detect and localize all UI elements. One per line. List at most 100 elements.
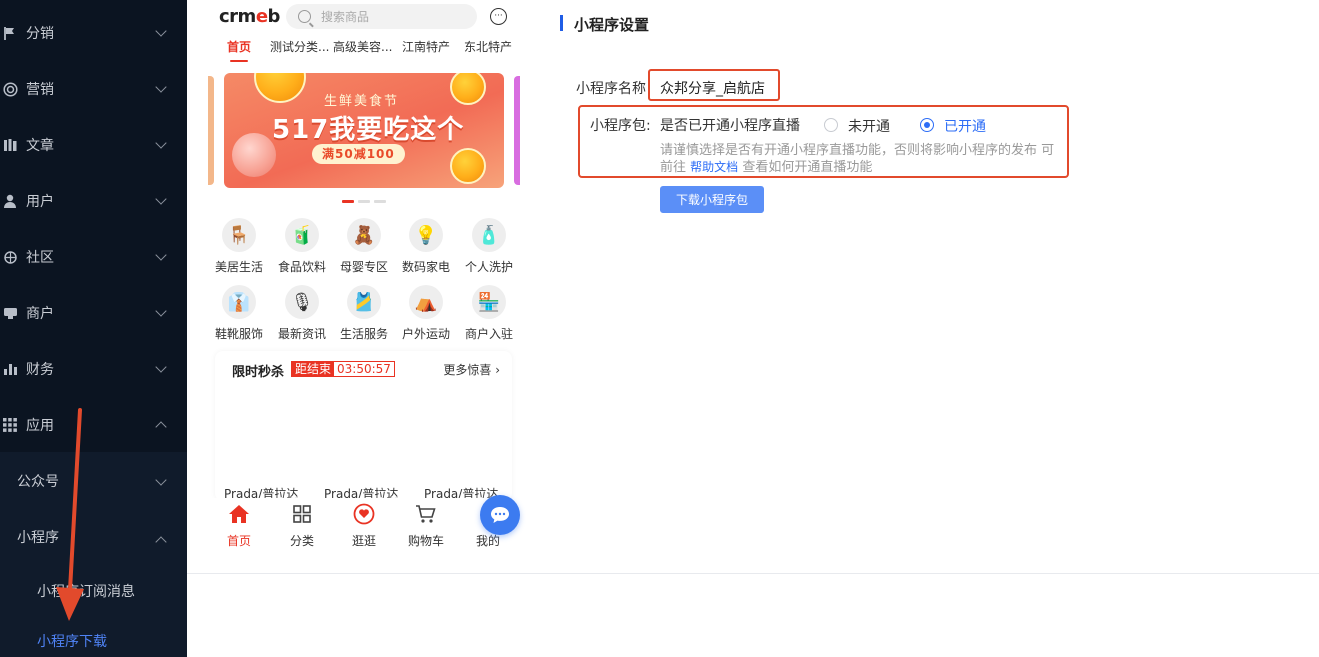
phone-search-input[interactable]: 搜索商品 xyxy=(286,4,477,29)
tab-test-category[interactable]: 测试分类... xyxy=(270,38,329,55)
grid-label: 数码家电 xyxy=(401,260,450,274)
radio-enabled[interactable] xyxy=(920,118,934,132)
chevron-down-icon xyxy=(155,81,167,93)
heart-chat-icon xyxy=(339,502,389,526)
peach-image xyxy=(232,133,276,177)
grid-label: 商户入驻 xyxy=(464,327,513,341)
radio-not-enabled-label[interactable]: 未开通 xyxy=(848,116,890,136)
apps-grid-icon xyxy=(2,417,18,433)
hint-tail: 查看如何开通直播功能 xyxy=(742,160,873,175)
lamp-icon: 💡 xyxy=(409,218,443,252)
grid-item[interactable]: 🧸 母婴专区 xyxy=(336,218,392,275)
phone-preview: crmeb 搜索商品 ··· 首页 测试分类... 高级美容... 江南特产 东… xyxy=(197,0,527,560)
sidebar-item-distribution[interactable]: 分销 xyxy=(0,5,187,61)
promo-banner[interactable]: 生鲜美食节 517我要吃这个 满50减100 xyxy=(224,73,504,188)
grid-item[interactable]: 🧴 个人洗护 xyxy=(461,218,517,275)
tab-jiangnan[interactable]: 江南特产 xyxy=(402,38,450,55)
download-package-button[interactable]: 下载小程序包 xyxy=(660,186,764,213)
orange-image xyxy=(254,73,306,103)
tabbar-category[interactable]: 分类 xyxy=(277,502,327,549)
search-icon xyxy=(298,10,311,23)
sidebar-item-label: 文章 xyxy=(26,138,54,154)
chevron-up-icon xyxy=(155,536,167,548)
tab-beauty[interactable]: 高级美容... xyxy=(333,38,392,55)
tabbar-cart[interactable]: 购物车 xyxy=(401,502,451,549)
grid-label: 个人洗护 xyxy=(464,260,513,274)
chair-icon: 🪑 xyxy=(222,218,256,252)
chat-icon xyxy=(491,507,509,523)
sidebar-item-label: 分销 xyxy=(26,26,54,42)
tab-dongbei[interactable]: 东北特产 xyxy=(464,38,512,55)
active-tab-indicator xyxy=(230,60,248,62)
radio-enabled-label[interactable]: 已开通 xyxy=(944,116,986,136)
sidebar-item-users[interactable]: 用户 xyxy=(0,173,187,229)
grid-item[interactable]: ⛺ 户外运动 xyxy=(398,285,454,342)
carousel-dots xyxy=(342,200,386,203)
sidebar-item-articles[interactable]: 文章 xyxy=(0,117,187,173)
grid-item[interactable]: 🎙 最新资讯 xyxy=(274,285,330,342)
banner-next-peek xyxy=(514,76,520,185)
grid-label: 最新资讯 xyxy=(277,327,326,341)
banner-headline: 517我要吃这个 xyxy=(272,115,465,145)
tabbar-label: 我的 xyxy=(475,534,500,548)
countdown-label: 距结束 xyxy=(292,362,335,376)
storefront-icon: 🏪 xyxy=(472,285,506,319)
banner-prev-peek xyxy=(208,76,214,185)
chevron-down-icon xyxy=(155,305,167,317)
grid-item[interactable]: 🪑 美居生活 xyxy=(211,218,267,275)
tabbar-label: 首页 xyxy=(226,534,251,548)
grid-item[interactable]: 💡 数码家电 xyxy=(398,218,454,275)
home-icon xyxy=(214,502,264,526)
grid-item[interactable]: 👔 鞋靴服饰 xyxy=(211,285,267,342)
store-icon xyxy=(2,305,18,321)
grid-item[interactable]: 🎽 生活服务 xyxy=(336,285,392,342)
grid-label: 户外运动 xyxy=(401,327,450,341)
teddy-bear-icon: 🧸 xyxy=(347,218,381,252)
tabbar-label: 分类 xyxy=(289,534,314,548)
mini-program-name-value: 众邦分享_启航店 xyxy=(660,81,765,97)
message-icon[interactable]: ··· xyxy=(490,8,507,25)
help-doc-link[interactable]: 帮助文档 xyxy=(690,160,738,174)
chevron-down-icon xyxy=(155,361,167,373)
chevron-down-icon xyxy=(155,249,167,261)
mini-program-name-label: 小程序名称 xyxy=(576,81,646,97)
target-icon xyxy=(2,81,18,97)
grid-label: 母婴专区 xyxy=(339,260,388,274)
user-icon xyxy=(2,193,18,209)
tab-home[interactable]: 首页 xyxy=(227,38,251,55)
countdown-badge: 距结束 03:50:57 xyxy=(291,361,395,377)
sidebar-item-label: 商户 xyxy=(26,306,54,322)
sidebar-item-community[interactable]: 社区 xyxy=(0,229,187,285)
community-icon xyxy=(2,249,18,265)
sidebar-item-merchants[interactable]: 商户 xyxy=(0,285,187,341)
tent-icon: ⛺ xyxy=(409,285,443,319)
radio-not-enabled[interactable] xyxy=(824,118,838,132)
menu-mini-program-download[interactable]: 小程序下载 xyxy=(37,631,107,651)
tabbar-home[interactable]: 首页 xyxy=(214,502,264,549)
sidebar-item-label: 用户 xyxy=(26,194,54,210)
snack-icon: 🧃 xyxy=(285,218,319,252)
page-title: 小程序设置 xyxy=(574,16,650,34)
sidebar: 分销 营销 文章 用户 社区 商户 财务 应用 公众号 小程序 小程序订阅消息 … xyxy=(0,0,187,657)
sidebar-item-finance[interactable]: 财务 xyxy=(0,341,187,397)
countdown-timer: 03:50:57 xyxy=(337,362,391,376)
category-tabs: 首页 测试分类... 高级美容... 江南特产 东北特产 xyxy=(197,38,527,62)
chevron-down-icon xyxy=(155,25,167,37)
sidebar-item-label: 财务 xyxy=(26,362,54,378)
banner-tag: 满50减100 xyxy=(312,144,405,164)
more-surprises-link[interactable]: 更多惊喜 › xyxy=(443,361,500,378)
grid-item[interactable]: 🏪 商户入驻 xyxy=(461,285,517,342)
tabbar-label: 逛逛 xyxy=(351,534,376,548)
grid-item[interactable]: 🧃 食品饮料 xyxy=(274,218,330,275)
orange-image xyxy=(450,148,486,184)
shirt-icon: 👔 xyxy=(222,285,256,319)
chat-bubble-button[interactable] xyxy=(480,495,520,535)
tabbar-explore[interactable]: 逛逛 xyxy=(339,502,389,549)
live-question-label: 是否已开通小程序直播 xyxy=(660,118,800,134)
flash-sale-card: 限时秒杀 距结束 03:50:57 更多惊喜 › Prada/普拉达 Prada/… xyxy=(215,351,512,501)
mini-program-package-label: 小程序包: xyxy=(590,118,651,134)
grid-label: 鞋靴服饰 xyxy=(214,327,263,341)
live-hint-text: 请谨慎选择是否有开通小程序直播功能，否则将影响小程序的发布 可前往 帮助文档 查… xyxy=(660,143,1060,176)
sidebar-item-marketing[interactable]: 营销 xyxy=(0,61,187,117)
section-title-marker xyxy=(560,15,563,31)
